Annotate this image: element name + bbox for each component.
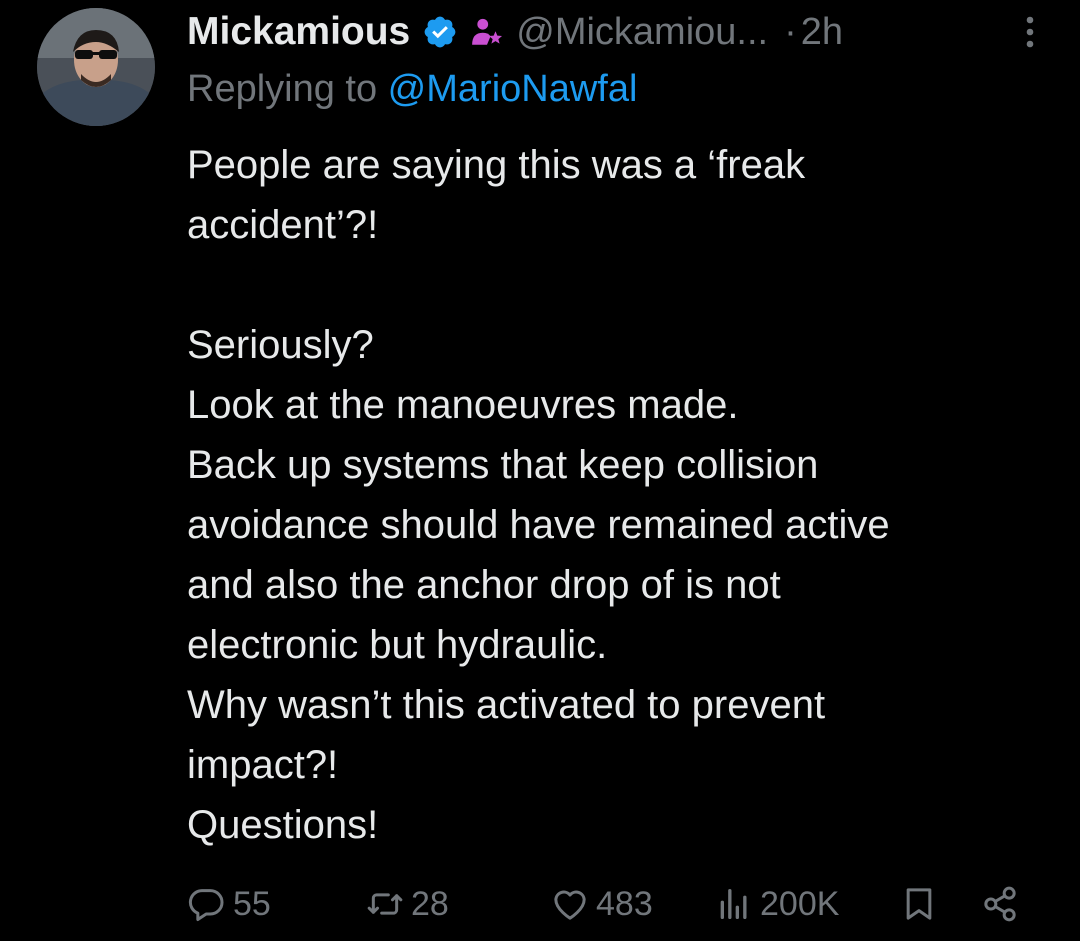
author-name[interactable]: Mickamious <box>187 10 410 54</box>
affiliate-person-icon <box>472 18 503 45</box>
author-handle[interactable]: @Mickamiou... <box>516 11 768 54</box>
reply-count: 55 <box>233 884 271 923</box>
tweet-line: accident’?! <box>187 203 379 247</box>
tweet-line: impact?! <box>187 743 339 787</box>
views-button[interactable]: 200K <box>714 876 839 932</box>
repost-button[interactable]: 28 <box>365 876 449 932</box>
tweet-line-blank <box>187 255 1057 315</box>
verified-badge-icon <box>424 16 456 48</box>
tweet-line: Questions! <box>187 803 379 847</box>
replying-to-label: Replying to <box>187 68 388 110</box>
repost-count: 28 <box>411 884 449 923</box>
more-vertical-icon[interactable] <box>1020 12 1040 52</box>
tweet-line: electronic but hydraulic. <box>187 623 608 667</box>
tweet-time[interactable]: 2h <box>801 11 843 54</box>
views-count: 200K <box>760 884 840 923</box>
like-count: 483 <box>596 884 653 923</box>
tweet-actions: 55 28 483 200K <box>187 876 1040 932</box>
reply-mention-link[interactable]: @MarioNawfal <box>388 68 638 110</box>
tweet-line: People are saying this was a ‘freak <box>187 143 806 187</box>
tweet-line: Seriously? <box>187 323 374 367</box>
bookmark-button[interactable] <box>899 876 939 932</box>
heart-icon <box>554 890 586 920</box>
tweet-line: Back up systems that keep collision <box>187 443 819 487</box>
like-button[interactable]: 483 <box>550 876 653 932</box>
tweet-line: and also the anchor drop of is not <box>187 563 781 607</box>
tweet-line: Why wasn’t this activated to prevent <box>187 683 826 727</box>
bookmark-icon <box>906 888 932 920</box>
reply-icon <box>188 889 224 921</box>
tweet-text: People are saying this was a ‘freak acci… <box>187 135 1057 855</box>
tweet-header: Mickamious @Mickamiou... · 2h <box>187 10 1040 54</box>
views-chart-icon <box>720 889 747 919</box>
reply-button[interactable]: 55 <box>187 876 271 932</box>
separator-dot: · <box>784 10 797 53</box>
tweet-line: Look at the manoeuvres made. <box>187 383 739 427</box>
tweet-line: avoidance should have remained active <box>187 503 890 547</box>
replying-to: Replying to @MarioNawfal <box>187 68 637 111</box>
share-icon <box>984 886 1016 922</box>
share-button[interactable] <box>980 876 1020 932</box>
repost-icon <box>367 893 403 915</box>
author-avatar[interactable] <box>37 8 155 126</box>
